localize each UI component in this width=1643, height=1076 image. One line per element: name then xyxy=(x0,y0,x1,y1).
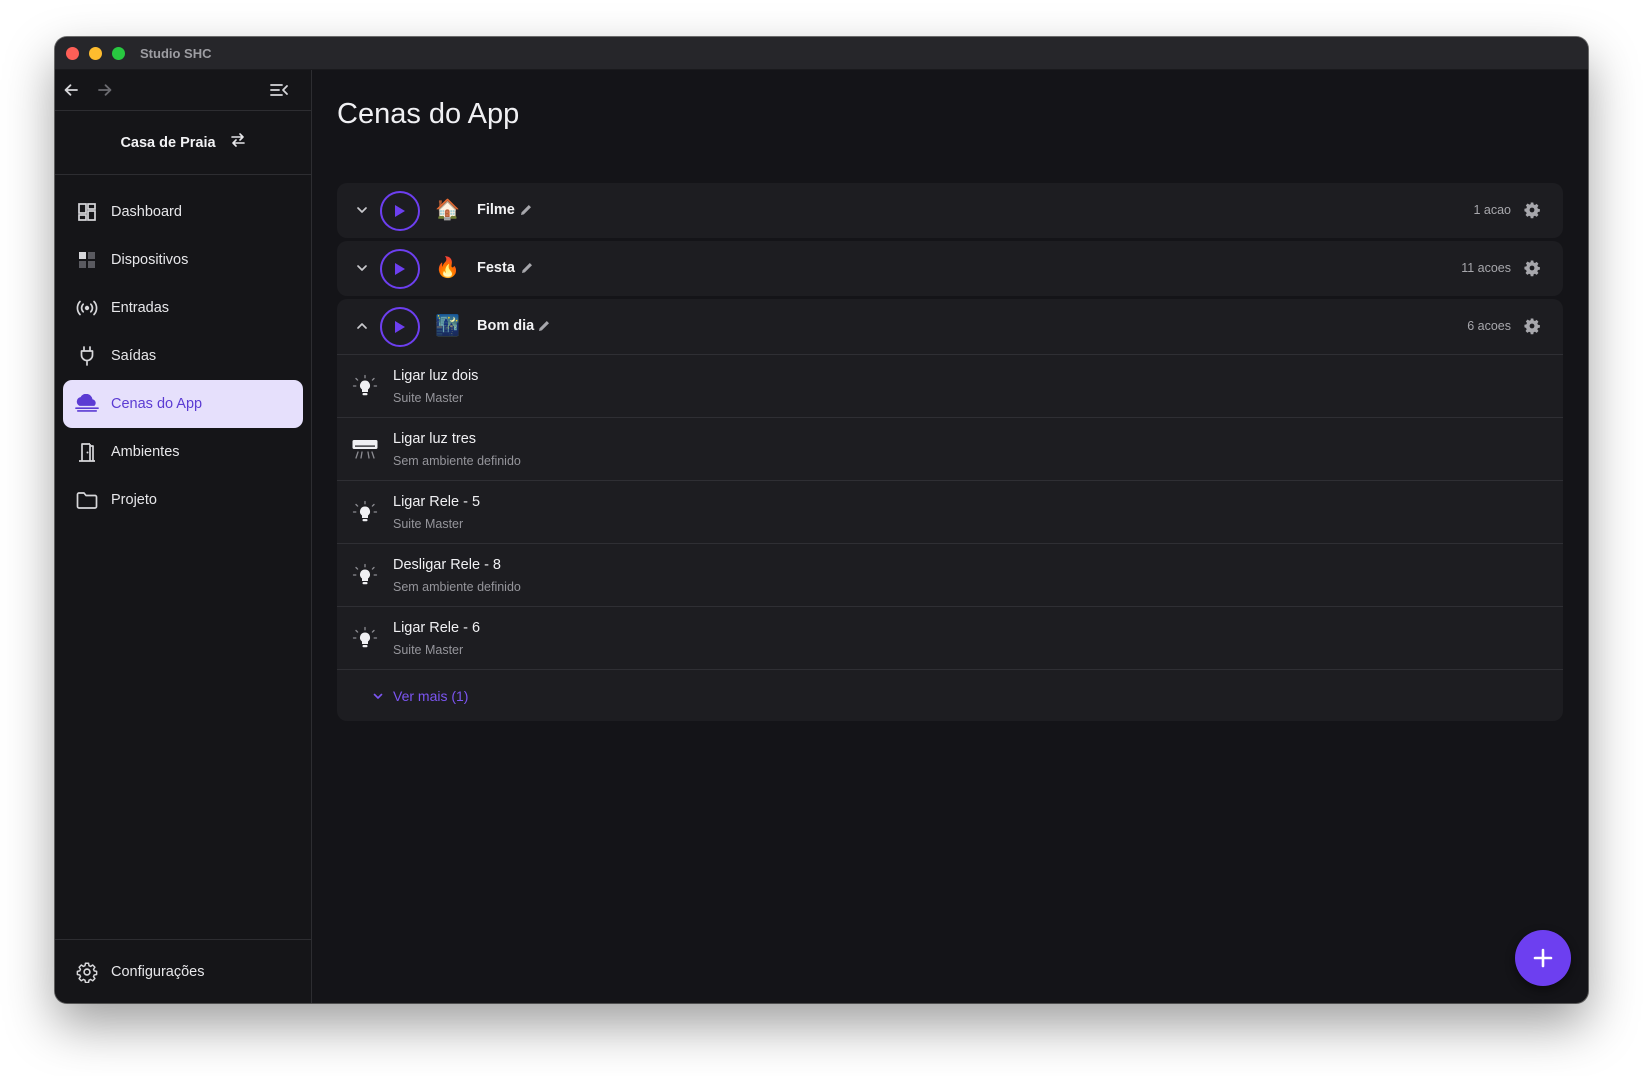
action-subtitle: Suite Master xyxy=(393,517,464,531)
chevron-down-icon[interactable] xyxy=(353,259,371,277)
action-title: Ligar Rele - 6 xyxy=(393,620,481,636)
scene-emoji: 🔥 xyxy=(435,257,460,279)
scene-header[interactable]: 🌃 Bom dia 6 acoes xyxy=(337,299,1563,354)
edit-pencil-icon[interactable] xyxy=(520,261,534,275)
sidebar-item-cenas-do-app[interactable]: Cenas do App xyxy=(63,380,303,428)
action-title: Ligar luz dois xyxy=(393,368,479,384)
dashboard-icon xyxy=(75,200,99,224)
sidebar-item-label: Projeto xyxy=(111,492,157,508)
sidebar: Casa de Praia Dashboard Dispositivos Ent… xyxy=(55,70,312,1003)
scene-card-expanded: 🌃 Bom dia 6 acoes Ligar luz dois Suite M… xyxy=(337,299,1563,721)
scene-emoji: 🏠 xyxy=(435,199,460,221)
action-row[interactable]: Desligar Rele - 8 Sem ambiente definido xyxy=(337,543,1563,606)
show-more-button[interactable]: Ver mais (1) xyxy=(337,669,1563,721)
scene-name: Bom dia xyxy=(477,318,535,334)
action-title: Ligar luz tres xyxy=(393,431,477,447)
door-icon xyxy=(75,440,99,464)
main-content: Cenas do App 🏠 Filme 1 acao 🔥 Festa 11 a… xyxy=(313,70,1588,1003)
sidebar-item-label: Dashboard xyxy=(111,204,182,220)
title-bar: Studio SHC xyxy=(55,37,1588,70)
chevron-down-icon[interactable] xyxy=(353,201,371,219)
sidebar-item-label: Ambientes xyxy=(111,444,180,460)
action-count: 6 acoes xyxy=(1467,319,1511,333)
scene-settings-icon[interactable] xyxy=(1523,317,1541,335)
sidebar-item-label: Saídas xyxy=(111,348,157,364)
sidebar-item-label: Dispositivos xyxy=(111,252,189,268)
action-subtitle: Sem ambiente definido xyxy=(393,454,521,468)
scene-emoji: 🌃 xyxy=(435,315,460,337)
scene-card: 🏠 Filme 1 acao xyxy=(337,183,1563,238)
play-icon xyxy=(395,205,405,217)
air-conditioner-icon xyxy=(351,436,379,464)
action-subtitle: Sem ambiente definido xyxy=(393,580,521,594)
sidebar-footer: Configurações xyxy=(55,939,311,1003)
chevron-up-icon[interactable] xyxy=(353,317,371,335)
show-more-label: Ver mais (1) xyxy=(393,687,469,704)
gear-icon xyxy=(75,960,99,984)
lightbulb-icon xyxy=(351,562,379,590)
scene-card: 🔥 Festa 11 acoes xyxy=(337,241,1563,296)
sidebar-item-label: Entradas xyxy=(111,300,170,316)
page-title: Cenas do App xyxy=(337,98,520,130)
scene-header[interactable]: 🔥 Festa 11 acoes xyxy=(337,241,1563,296)
zoom-window-button[interactable] xyxy=(112,47,125,60)
broadcast-icon xyxy=(75,296,99,320)
forward-arrow-icon[interactable] xyxy=(94,79,116,101)
folder-icon xyxy=(75,488,99,512)
lightbulb-icon xyxy=(351,625,379,653)
collapse-menu-icon[interactable] xyxy=(268,79,290,101)
devices-icon xyxy=(75,248,99,272)
sidebar-item-projeto[interactable]: Projeto xyxy=(63,476,303,524)
lightbulb-icon xyxy=(351,373,379,401)
play-scene-button[interactable] xyxy=(380,191,420,231)
window-title: Studio SHC xyxy=(140,46,212,61)
scene-name: Festa xyxy=(477,260,515,276)
action-title: Desligar Rele - 8 xyxy=(393,557,501,573)
workspace-name: Casa de Praia xyxy=(120,134,216,151)
sidebar-item-ambientes[interactable]: Ambientes xyxy=(63,428,303,476)
scene-name: Filme xyxy=(477,202,515,218)
app-window: Studio SHC Casa de Praia Dashboard Dispo… xyxy=(55,37,1588,1003)
edit-pencil-icon[interactable] xyxy=(519,203,533,217)
minimize-window-button[interactable] xyxy=(89,47,102,60)
sidebar-item-configuracoes[interactable]: Configurações xyxy=(63,948,303,996)
sidebar-item-dashboard[interactable]: Dashboard xyxy=(63,188,303,236)
action-subtitle: Suite Master xyxy=(393,643,464,657)
sidebar-item-label: Configurações xyxy=(111,964,205,980)
edit-pencil-icon[interactable] xyxy=(537,319,551,333)
chevron-down-icon xyxy=(371,689,385,703)
sidebar-item-saidas[interactable]: Saídas xyxy=(63,332,303,380)
action-subtitle: Suite Master xyxy=(393,391,464,405)
action-row[interactable]: Ligar Rele - 5 Suite Master xyxy=(337,480,1563,543)
action-row[interactable]: Ligar luz tres Sem ambiente definido xyxy=(337,417,1563,480)
sidebar-toolbar xyxy=(55,70,311,111)
play-icon xyxy=(395,321,405,333)
add-scene-button[interactable] xyxy=(1515,930,1571,986)
scene-header[interactable]: 🏠 Filme 1 acao xyxy=(337,183,1563,238)
scene-settings-icon[interactable] xyxy=(1523,201,1541,219)
cloud-scene-icon xyxy=(75,392,99,416)
scene-settings-icon[interactable] xyxy=(1523,259,1541,277)
action-row[interactable]: Ligar Rele - 6 Suite Master xyxy=(337,606,1563,669)
workspace-switcher[interactable]: Casa de Praia xyxy=(55,111,311,175)
back-arrow-icon[interactable] xyxy=(60,79,82,101)
lightbulb-icon xyxy=(351,499,379,527)
plus-icon xyxy=(1533,948,1553,968)
action-title: Ligar Rele - 5 xyxy=(393,494,481,510)
action-row[interactable]: Ligar luz dois Suite Master xyxy=(337,354,1563,417)
swap-icon xyxy=(230,133,246,152)
sidebar-item-label: Cenas do App xyxy=(111,396,203,412)
sidebar-item-dispositivos[interactable]: Dispositivos xyxy=(63,236,303,284)
action-count: 11 acoes xyxy=(1461,261,1511,275)
sidebar-nav: Dashboard Dispositivos Entradas Saídas C… xyxy=(55,175,311,524)
play-scene-button[interactable] xyxy=(380,249,420,289)
play-icon xyxy=(395,263,405,275)
close-window-button[interactable] xyxy=(66,47,79,60)
plug-icon xyxy=(75,344,99,368)
sidebar-item-entradas[interactable]: Entradas xyxy=(63,284,303,332)
action-count: 1 acao xyxy=(1473,203,1511,217)
play-scene-button[interactable] xyxy=(380,307,420,347)
